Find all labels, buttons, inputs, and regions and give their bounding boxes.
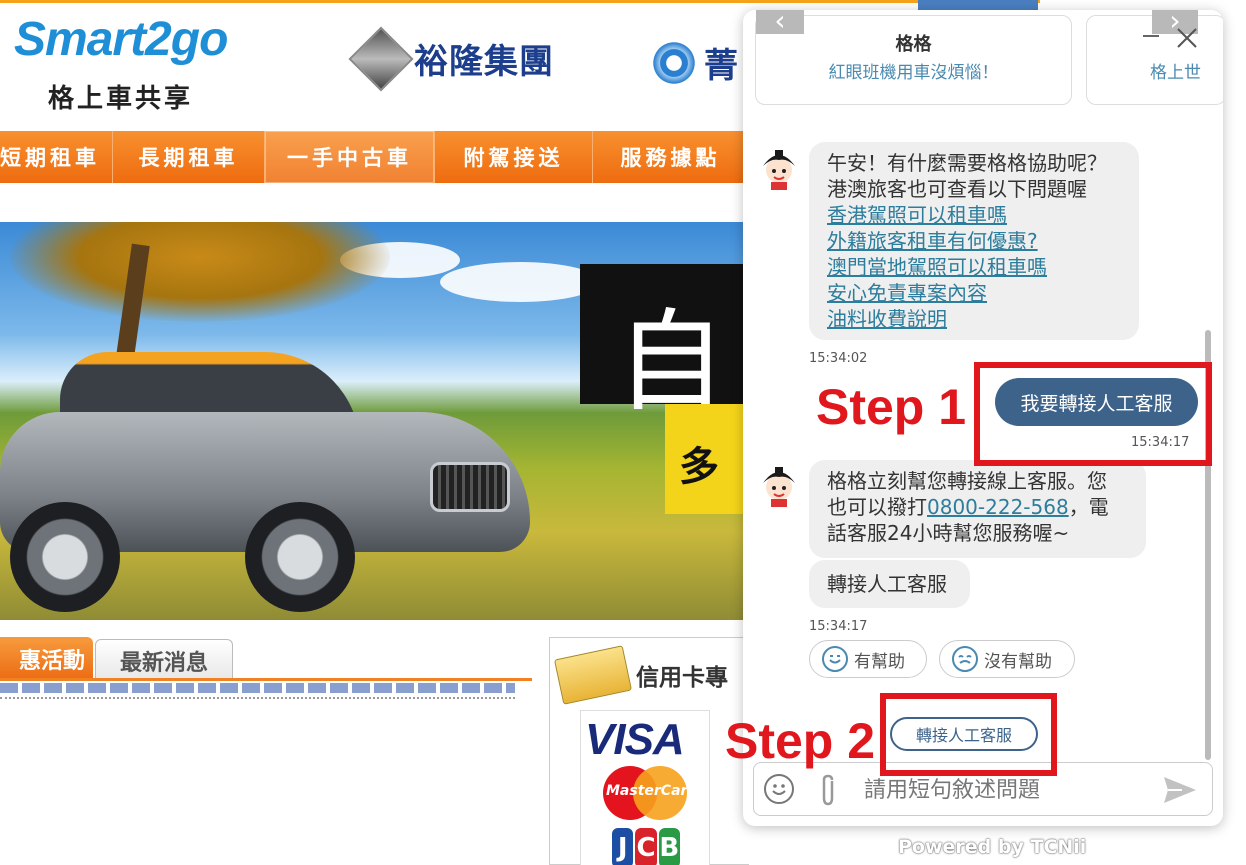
step2-highlight-box (880, 693, 1057, 776)
tab-news[interactable]: 最新消息 (95, 639, 233, 681)
powered-by-label: Powered by TCNii (898, 836, 1087, 858)
nav-item-long-term[interactable]: 長期租車 (113, 131, 265, 183)
visa-logo: VISA (585, 715, 685, 764)
clipped-news-text (0, 683, 515, 693)
nav-item-chauffeur[interactable]: 附駕接送 (435, 131, 593, 183)
logo-subtitle: 格上車共享 (48, 84, 194, 114)
not-helpful-button[interactable]: 沒有幫助 (939, 640, 1075, 678)
hero-banner[interactable]: 自 多 (0, 222, 745, 620)
emoji-face-glyph (772, 784, 786, 795)
send-icon[interactable] (1162, 775, 1198, 805)
top-accent-tab (918, 0, 1038, 10)
nav-item-locations[interactable]: 服務據點 (593, 131, 748, 183)
transfer-text-line: 格格立刻幫您轉接線上客服。您 (827, 469, 1107, 493)
neutral-face-glyph (958, 655, 972, 664)
mastercard-text: MasterCard (606, 783, 698, 799)
jcb-letter: B (658, 828, 680, 865)
credit-card-header: 信用卡專 (553, 645, 728, 705)
carousel-prev-button[interactable]: ‹ (756, 10, 804, 35)
helpful-label: 有幫助 (854, 651, 905, 672)
helpful-button[interactable]: 有幫助 (809, 640, 927, 678)
phone-link[interactable]: 0800-222-568 (927, 495, 1069, 519)
hero-sign: 自 (580, 264, 745, 426)
card-subtitle: 紅眼班機用車沒煩惱！ (828, 63, 999, 83)
logo-wordmark: Smart2go (14, 13, 228, 66)
bot-avatar-icon (763, 150, 795, 190)
mastercard-logo: MasterCard (603, 766, 697, 820)
transfer-text-line: 也可以撥打0800-222-568，電 (827, 494, 1128, 520)
neutral-face-icon (952, 646, 978, 672)
bot-transfer-label-bubble: 轉接人工客服 (809, 560, 970, 608)
jcb-letter: C (635, 828, 657, 865)
credit-card-title: 信用卡專 (636, 665, 728, 691)
yulon-emblem-icon (348, 25, 414, 92)
step1-highlight-box (974, 362, 1212, 466)
car-wheel (245, 502, 355, 612)
faq-link-hk-license[interactable]: 香港駕照可以租車嗎 (827, 202, 1121, 228)
promo-tabs: 惠活動 最新消息 (0, 637, 532, 681)
car-grille (430, 462, 510, 512)
faq-link-macau-license[interactable]: 澳門當地駕照可以租車嗎 (827, 254, 1121, 280)
partner-emblem-icon (650, 38, 698, 87)
message-timestamp: 15:34:02 (809, 351, 868, 366)
paperclip-icon[interactable] (818, 773, 838, 807)
step1-label: Step 1 (816, 379, 967, 435)
close-icon[interactable] (1175, 26, 1199, 50)
partner-logo-yulon[interactable]: 裕隆集團 (348, 25, 554, 92)
smile-face-icon (822, 646, 848, 672)
transfer-text: ，電 (1068, 495, 1109, 519)
card-subtitle: 格上世 (1150, 63, 1201, 83)
site-logo[interactable]: Smart2go 格上車共享 (14, 12, 264, 114)
transfer-text-line: 話客服24小時幫您服務喔~ (827, 521, 1070, 545)
tab-promotions[interactable]: 惠活動 (0, 637, 93, 681)
main-nav: 短期租車 長期租車 一手中古車 附駕接送 服務據點 (0, 131, 748, 183)
partner-yulon-text: 裕隆集團 (414, 42, 554, 82)
credit-card-icon (553, 645, 633, 705)
faq-link-fuel[interactable]: 油料收費說明 (827, 306, 1121, 332)
greeting-line: 午安！有什麼需要格格協助呢？ (827, 151, 1107, 175)
bot-avatar-icon (763, 467, 795, 507)
cloud (440, 262, 600, 302)
hero-yellow-glyph: 多 (679, 444, 719, 490)
faq-link-foreign-discount[interactable]: 外籍旅客租車有何優惠? (827, 228, 1121, 254)
partner-logo-third[interactable]: 菁 (650, 38, 738, 87)
transfer-text: 也可以撥打 (827, 495, 927, 519)
credit-card-panel: 信用卡專 VISA MasterCard J C B (549, 637, 749, 865)
top-accent-bar (0, 0, 1040, 3)
dotted-divider (0, 697, 515, 699)
bot-greeting-bubble: 午安！有什麼需要格格協助呢？ 港澳旅客也可查看以下問題喔 香港駕照可以租車嗎 外… (809, 142, 1139, 340)
message-input[interactable] (864, 772, 1154, 808)
hero-yellow-sign: 多 (665, 404, 745, 514)
minimize-icon[interactable] (1143, 35, 1159, 37)
hero-car-image (0, 352, 540, 612)
not-helpful-label: 沒有幫助 (984, 651, 1052, 672)
smile-face-glyph (829, 655, 841, 664)
card-logos: VISA MasterCard J C B (580, 710, 710, 865)
partner-third-text: 菁 (704, 46, 738, 86)
nav-item-short-term[interactable]: 短期租車 (0, 131, 113, 183)
emoji-icon[interactable] (764, 774, 794, 804)
tab-underline (0, 678, 532, 681)
nav-item-used-car[interactable]: 一手中古車 (265, 131, 435, 183)
message-timestamp: 15:34:17 (809, 619, 868, 634)
faq-link-insurance[interactable]: 安心免責專案內容 (827, 280, 1121, 306)
bot-transfer-bubble: 格格立刻幫您轉接線上客服。您 也可以撥打0800-222-568，電 話客服24… (809, 460, 1146, 558)
car-wheel (10, 502, 120, 612)
jcb-logo: J C B (611, 828, 681, 865)
jcb-letter: J (612, 828, 634, 865)
screenshot-stage: Smart2go 格上車共享 裕隆集團 菁 短期租車 長期租車 一手中古車 附駕… (0, 0, 1246, 865)
step2-label: Step 2 (725, 713, 876, 769)
greeting-line: 港澳旅客也可查看以下問題喔 (827, 177, 1087, 201)
